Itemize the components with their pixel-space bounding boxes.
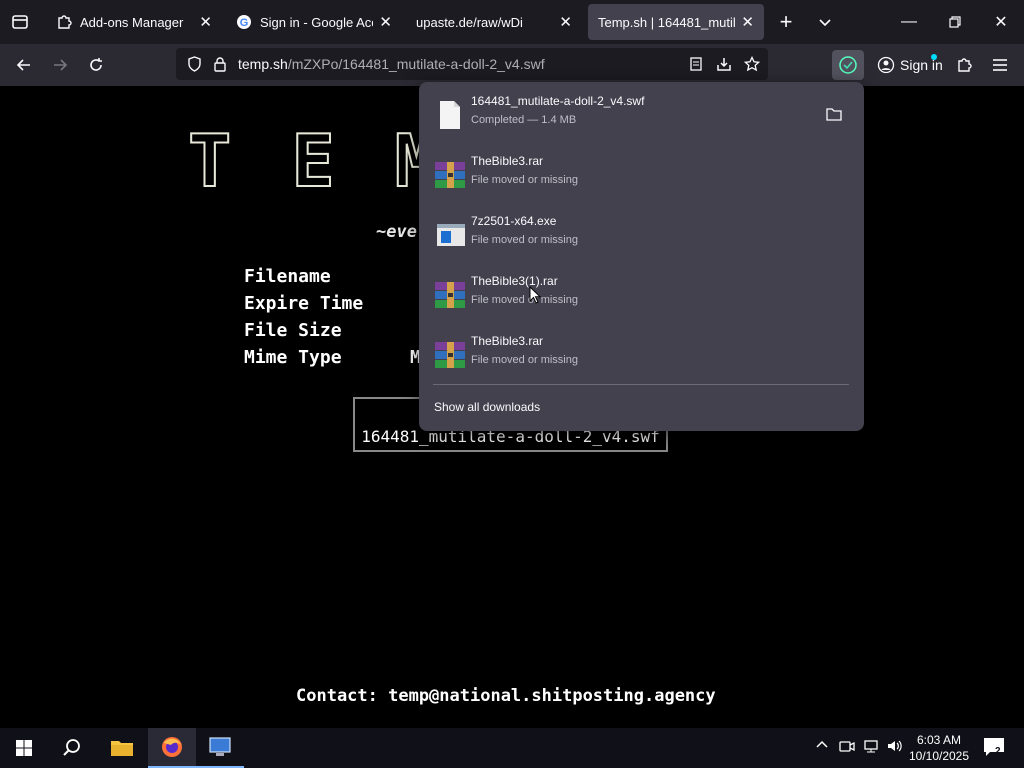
- tab-strip: Add-ons Manager ✕ G Sign in - Google Acc…: [0, 0, 1024, 44]
- bookmark-star-icon[interactable]: [738, 51, 766, 77]
- close-tab-icon[interactable]: ✕: [379, 13, 392, 31]
- download-status: File moved or missing: [471, 294, 578, 306]
- tab-label: upaste.de/raw/wDi: [416, 14, 523, 30]
- account-icon: [877, 56, 895, 74]
- meet-now-icon[interactable]: [838, 738, 856, 757]
- exe-icon: [433, 218, 467, 252]
- tab-upaste[interactable]: upaste.de/raw/wDi ✕: [406, 4, 582, 40]
- expire-time-label: Expire Time: [244, 293, 364, 314]
- puzzle-icon: [56, 14, 72, 30]
- firefox-taskbar-icon[interactable]: [148, 728, 196, 768]
- new-tab-icon[interactable]: +: [772, 9, 800, 35]
- shield-icon[interactable]: [180, 51, 208, 77]
- download-status: File moved or missing: [471, 174, 578, 186]
- tagline: ~eve: [376, 222, 417, 242]
- download-filename: 164481_mutilate-a-doll-2_v4.swf: [471, 94, 645, 108]
- download-item[interactable]: 164481_mutilate-a-doll-2_v4.swf Complete…: [427, 86, 856, 144]
- download-filename: TheBible3.rar: [471, 334, 544, 348]
- download-item[interactable]: TheBible3.rar File moved or missing: [427, 326, 856, 384]
- download-filename: 7z2501-x64.exe: [471, 214, 557, 228]
- google-icon: G: [236, 14, 252, 30]
- downloads-complete-icon: [839, 56, 857, 74]
- restore-button[interactable]: [932, 0, 978, 44]
- notification-dot: [931, 54, 937, 60]
- tab-label: Sign in - Google Accou: [260, 14, 373, 30]
- downloads-panel: 164481_mutilate-a-doll-2_v4.swf Complete…: [419, 82, 864, 431]
- download-item[interactable]: TheBible3.rar File moved or missing: [427, 146, 856, 204]
- download-filename: TheBible3(1).rar: [471, 274, 558, 288]
- windows-start-icon[interactable]: [0, 728, 48, 768]
- network-icon[interactable]: [862, 738, 880, 757]
- extensions-icon[interactable]: [950, 52, 978, 78]
- close-window-button[interactable]: ✕: [978, 0, 1024, 44]
- show-all-downloads-button[interactable]: Show all downloads: [434, 400, 540, 414]
- contact-text: Contact: temp@national.shitposting.agenc…: [296, 686, 716, 706]
- tab-label: Temp.sh | 164481_mutilate: [598, 14, 736, 30]
- open-folder-icon[interactable]: [822, 102, 846, 126]
- download-item[interactable]: 7z2501-x64.exe File moved or missing: [427, 206, 856, 264]
- save-to-pocket-icon[interactable]: [710, 51, 738, 77]
- winrar-icon: [433, 338, 467, 372]
- download-status: File moved or missing: [471, 234, 578, 246]
- download-status: Completed — 1.4 MB: [471, 114, 577, 126]
- search-icon[interactable]: [48, 728, 96, 768]
- file-explorer-icon[interactable]: [98, 728, 146, 768]
- close-tab-icon[interactable]: ✕: [559, 13, 572, 31]
- volume-icon[interactable]: [886, 738, 904, 757]
- url-host: temp.sh: [238, 56, 288, 72]
- list-all-tabs-icon[interactable]: [6, 9, 34, 35]
- clock-time: 6:03 AM: [916, 733, 962, 747]
- panel-divider: [433, 384, 849, 385]
- close-tab-icon[interactable]: ✕: [199, 13, 212, 31]
- download-item[interactable]: TheBible3(1).rar File moved or missing: [427, 266, 856, 324]
- url-path: /mZXPo/164481_mutilate-a-doll-2_v4.swf: [287, 56, 545, 72]
- hamburger-menu-icon[interactable]: [986, 52, 1014, 78]
- svg-text:G: G: [240, 17, 249, 29]
- tab-google-sign-in[interactable]: G Sign in - Google Accou ✕: [226, 4, 402, 40]
- file-icon: [433, 98, 467, 132]
- tab-temp-sh[interactable]: Temp.sh | 164481_mutilate ✕: [588, 4, 764, 40]
- tab-add-ons-manager[interactable]: Add-ons Manager ✕: [46, 4, 222, 40]
- close-tab-icon[interactable]: ✕: [741, 13, 754, 31]
- notification-count: 2: [995, 746, 1001, 757]
- minimize-button[interactable]: —: [886, 0, 932, 44]
- tab-label: Add-ons Manager: [80, 14, 184, 30]
- chevron-down-icon[interactable]: [811, 9, 839, 35]
- system-clock[interactable]: 6:03 AM 10/10/2025: [906, 732, 972, 764]
- mime-type-label: Mime Type: [244, 347, 342, 368]
- winrar-icon: [433, 158, 467, 192]
- mouse-cursor-icon: [529, 285, 542, 304]
- sign-in-label: Sign in: [900, 57, 943, 73]
- downloads-button[interactable]: [832, 50, 864, 80]
- reload-icon[interactable]: [82, 52, 110, 78]
- lock-icon[interactable]: [206, 51, 234, 77]
- back-icon[interactable]: [10, 52, 38, 78]
- filename-label: Filename: [244, 266, 331, 287]
- forward-icon[interactable]: [46, 52, 74, 78]
- file-size-label: File Size: [244, 320, 342, 341]
- download-status: File moved or missing: [471, 354, 578, 366]
- account-sign-in-button[interactable]: Sign in: [869, 50, 943, 80]
- notifications-icon[interactable]: 2: [982, 736, 1006, 761]
- chevron-up-icon[interactable]: [815, 738, 829, 755]
- download-filename: TheBible3.rar: [471, 154, 544, 168]
- windows-taskbar: 6:03 AM 10/10/2025 2: [0, 728, 1024, 768]
- clock-date: 10/10/2025: [908, 749, 970, 763]
- reader-view-icon[interactable]: [682, 51, 710, 77]
- remote-desktop-icon[interactable]: [196, 728, 244, 768]
- winrar-icon: [433, 278, 467, 312]
- url-text[interactable]: temp.sh/mZXPo/164481_mutilate-a-doll-2_v…: [238, 56, 545, 72]
- address-bar[interactable]: temp.sh/mZXPo/164481_mutilate-a-doll-2_v…: [176, 48, 768, 80]
